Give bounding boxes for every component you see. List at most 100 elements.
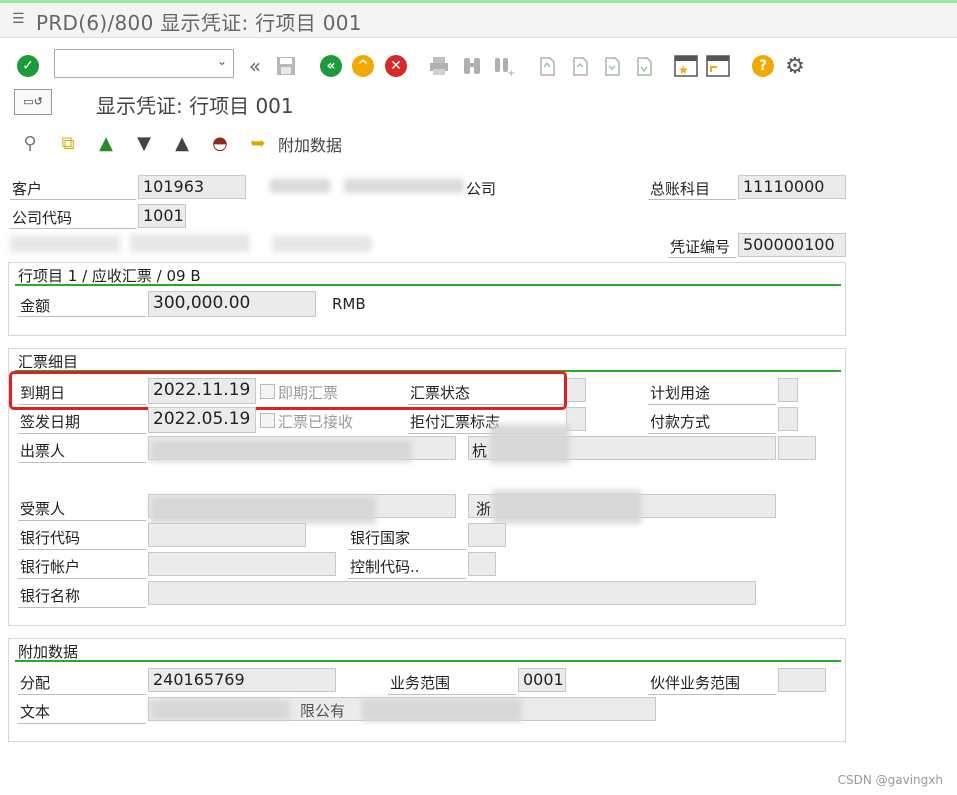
other-document-button[interactable]: ▭↺ (14, 89, 52, 115)
text-label-underline (18, 723, 146, 724)
bank-code-label: 银行代码 (20, 529, 81, 547)
assignment-field[interactable]: 240165769 (148, 668, 336, 692)
customer-label-underline (10, 199, 136, 200)
bank-name-label: 银行名称 (20, 587, 81, 605)
redacted-company-name (10, 236, 120, 252)
bank-code-field[interactable] (148, 523, 306, 547)
company-code-label-underline (10, 228, 136, 229)
planned-usage-field[interactable] (778, 378, 798, 402)
gl-account-field[interactable]: 11110000 (738, 175, 846, 199)
call-up-screen-icon[interactable]: ▲ (94, 132, 118, 156)
control-key-field[interactable] (468, 552, 496, 576)
application-toolbar: ⚲ ⧉ ▲ ▼ ▲ ◓ ➥ 附加数据 (0, 126, 957, 162)
business-area-field[interactable]: 0001 (518, 668, 566, 692)
bank-account-label-underline (18, 578, 146, 579)
bill-accepted-checkbox[interactable] (260, 413, 275, 428)
group-divider (15, 660, 841, 662)
bill-details-group-title: 汇票细目 (18, 353, 79, 371)
collapse-icon[interactable]: « (243, 54, 267, 78)
payee-city-prefix: 浙 (476, 500, 492, 518)
shortcut-icon[interactable] (706, 54, 730, 78)
window-title: PRD(6)/800 显示凭证: 行项目 001 (36, 11, 362, 35)
payment-method-field[interactable] (778, 407, 798, 431)
issue-date-label: 签发日期 (20, 413, 81, 431)
redacted-text-part-1 (150, 700, 290, 720)
control-key-label: 控制代码.. (350, 558, 420, 576)
additional-data-icon[interactable]: ➥ (246, 132, 270, 156)
redacted-payee-name (150, 496, 376, 524)
window-title-bar: ☰ PRD(6)/800 显示凭证: 行项目 001 (0, 3, 957, 38)
drawer-label: 出票人 (20, 442, 66, 460)
enter-icon[interactable]: ✓ (16, 54, 40, 78)
bank-name-field[interactable] (148, 581, 756, 605)
bill-accepted-label: 汇票已接收 (278, 413, 354, 431)
redacted-text-part-2 (362, 698, 522, 722)
issue-date-field[interactable]: 2022.05.19 (148, 407, 256, 433)
issue-date-label-underline (18, 433, 146, 434)
display-change-icon[interactable]: ⚲ (18, 132, 42, 156)
redacted-payee-city (492, 490, 642, 524)
redacted-company-name-3 (272, 236, 372, 252)
exit-icon[interactable]: ^ (351, 54, 375, 78)
drawer-label-underline (18, 462, 146, 463)
document-overview-icon[interactable]: ⧉ (56, 132, 80, 156)
svg-text:+: + (507, 68, 515, 77)
group-divider (15, 284, 841, 286)
business-area-label: 业务范围 (390, 674, 451, 692)
previous-page-icon[interactable] (568, 54, 592, 78)
payee-label: 受票人 (20, 500, 66, 518)
payment-method-label-underline (648, 433, 776, 434)
back-icon[interactable]: « (319, 54, 343, 78)
gl-account-label-underline (648, 199, 736, 200)
print-icon[interactable] (427, 54, 451, 78)
protest-flag-label: 拒付汇票标志 (410, 413, 501, 431)
next-page-icon[interactable] (600, 54, 624, 78)
bank-country-label-underline (348, 549, 466, 550)
assignment-label-underline (18, 694, 146, 695)
find-icon[interactable] (460, 54, 484, 78)
help-icon[interactable]: ? (751, 54, 775, 78)
currency-text: RMB (332, 295, 366, 313)
command-field[interactable]: ⌄ (54, 49, 234, 78)
drawer-region-field[interactable] (778, 436, 816, 460)
customer-field[interactable]: 101963 (138, 175, 246, 199)
menu-icon[interactable]: ☰ (12, 12, 26, 26)
svg-text:★: ★ (678, 63, 689, 77)
bank-code-label-underline (18, 549, 146, 550)
partner-business-area-field[interactable] (778, 668, 826, 692)
save-icon[interactable] (274, 54, 298, 78)
standard-toolbar: ✓ ⌄ « « ^ ✕ + ★ ? ⚙ (0, 46, 957, 86)
cancel-icon[interactable]: ✕ (384, 54, 408, 78)
redacted-company-name-2 (130, 234, 250, 252)
next-item-icon[interactable]: ▼ (132, 132, 156, 156)
last-page-icon[interactable] (632, 54, 656, 78)
hat-icon[interactable]: ◓ (208, 132, 232, 156)
bank-country-field[interactable] (468, 523, 506, 547)
redacted-drawer-name (150, 440, 412, 462)
payment-method-label: 付款方式 (650, 413, 711, 431)
find-next-icon[interactable]: + (492, 54, 516, 78)
bank-name-label-underline (18, 607, 146, 608)
additional-data-button[interactable]: 附加数据 (278, 132, 342, 156)
text-label: 文本 (20, 703, 51, 721)
partner-business-area-label-underline (648, 694, 776, 695)
doc-number-field[interactable]: 500000100 (738, 233, 846, 257)
bank-account-field[interactable] (148, 552, 336, 576)
bill-status-field[interactable] (566, 378, 586, 402)
company-code-field[interactable]: 1001 (138, 204, 186, 228)
planned-usage-label-underline (648, 404, 776, 405)
company-suffix-text: 公司 (466, 180, 497, 198)
redacted-customer-name-2 (344, 179, 464, 193)
bank-account-label: 银行帐户 (20, 558, 81, 576)
previous-item-icon[interactable]: ▲ (170, 132, 194, 156)
planned-usage-label: 计划用途 (650, 384, 711, 402)
chevron-down-icon[interactable]: ⌄ (217, 54, 227, 68)
amount-label-underline (18, 316, 146, 317)
amount-field[interactable]: 300,000.00 (148, 291, 316, 317)
partner-business-area-label: 伙伴业务范围 (650, 674, 741, 692)
settings-gear-icon[interactable]: ⚙ (783, 54, 807, 79)
control-key-label-underline (348, 578, 466, 579)
company-code-label: 公司代码 (12, 209, 73, 227)
first-page-icon[interactable] (535, 54, 559, 78)
new-session-icon[interactable]: ★ (674, 54, 698, 78)
